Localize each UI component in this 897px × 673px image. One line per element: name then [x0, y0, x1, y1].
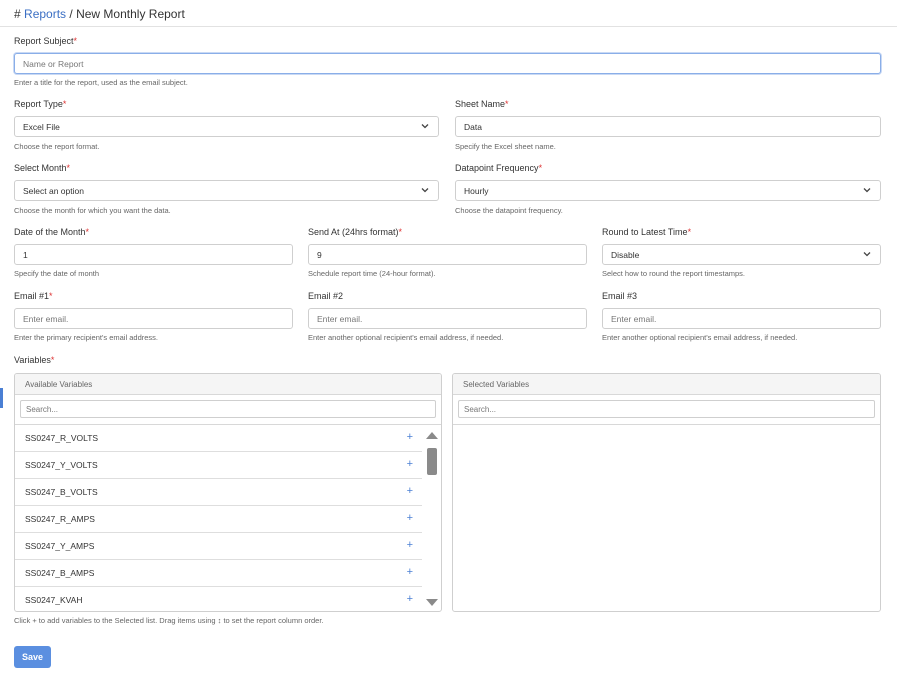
list-item[interactable]: SS0247_R_VOLTS + — [15, 425, 422, 452]
select-month-help: Choose the month for which you want the … — [14, 206, 171, 215]
variable-name: SS0247_Y_VOLTS — [25, 460, 98, 470]
available-search-input[interactable]: Search... — [20, 400, 436, 418]
report-subject-label: Report Subject* — [14, 36, 78, 46]
plus-icon[interactable]: + — [407, 540, 413, 551]
email3-label: Email #3 — [602, 291, 638, 301]
list-item[interactable]: SS0247_B_VOLTS + — [15, 479, 422, 506]
available-search-wrap: Search... — [15, 395, 441, 425]
select-month-select[interactable]: Select an option — [14, 180, 439, 201]
triangle-down-icon[interactable] — [426, 599, 438, 606]
selected-variables-panel: Selected Variables Search... — [452, 373, 881, 612]
report-subject-input[interactable]: Name or Report — [14, 53, 881, 74]
select-month-value: Select an option — [23, 185, 84, 196]
variable-name: SS0247_B_AMPS — [25, 568, 95, 578]
sheet-name-input[interactable]: Data — [455, 116, 881, 137]
round-latest-select[interactable]: Disable — [602, 244, 881, 265]
variable-name: SS0247_R_AMPS — [25, 514, 95, 524]
report-type-help: Choose the report format. — [14, 142, 100, 151]
chevron-down-icon — [863, 252, 871, 257]
breadcrumb: # Reports / New Monthly Report — [14, 7, 185, 21]
plus-icon[interactable]: + — [407, 567, 413, 578]
email2-label: Email #2 — [308, 291, 344, 301]
variable-name: SS0247_B_VOLTS — [25, 487, 98, 497]
plus-icon[interactable]: + — [407, 594, 413, 605]
variables-help: Click + to add variables to the Selected… — [14, 616, 324, 625]
selected-variables-title: Selected Variables — [453, 374, 880, 395]
report-type-value: Excel File — [23, 121, 60, 132]
email1-input[interactable]: Enter email. — [14, 308, 293, 329]
available-variables-list: SS0247_R_VOLTS + SS0247_Y_VOLTS + SS0247_B_V… — [15, 425, 441, 611]
chevron-down-icon — [421, 188, 429, 193]
datapoint-frequency-label: Datapoint Frequency* — [455, 163, 543, 173]
datapoint-frequency-value: Hourly — [464, 185, 489, 196]
available-variables-panel: Available Variables Search... SS0247_R_V… — [14, 373, 442, 612]
datapoint-frequency-help: Choose the datapoint frequency. — [455, 206, 563, 215]
side-panel-tab[interactable] — [0, 388, 3, 408]
plus-icon[interactable]: + — [407, 486, 413, 497]
email2-help: Enter another optional recipient's email… — [308, 333, 504, 342]
report-subject-help: Enter a title for the report, used as th… — [14, 78, 188, 87]
list-item[interactable]: SS0247_R_AMPS + — [15, 506, 422, 533]
round-latest-label: Round to Latest Time* — [602, 227, 692, 237]
date-of-month-value: 1 — [23, 249, 28, 260]
selected-search-wrap: Search... — [453, 395, 880, 425]
breadcrumb-hash: # — [14, 7, 21, 21]
email1-help: Enter the primary recipient's email addr… — [14, 333, 158, 342]
available-variables-scrollbar[interactable] — [424, 429, 440, 611]
round-latest-help: Select how to round the report timestamp… — [602, 269, 745, 278]
email2-placeholder: Enter email. — [317, 313, 363, 324]
report-subject-placeholder: Name or Report — [23, 58, 84, 69]
datapoint-frequency-select[interactable]: Hourly — [455, 180, 881, 201]
select-month-label: Select Month* — [14, 163, 71, 173]
email2-input[interactable]: Enter email. — [308, 308, 587, 329]
plus-icon[interactable]: + — [407, 459, 413, 470]
sheet-name-value: Data — [464, 121, 482, 132]
send-at-input[interactable]: 9 — [308, 244, 587, 265]
round-latest-value: Disable — [611, 249, 640, 260]
plus-icon[interactable]: + — [407, 513, 413, 524]
scrollbar-thumb[interactable] — [427, 448, 437, 475]
breadcrumb-separator: / — [69, 7, 73, 21]
variables-label: Variables* — [14, 355, 55, 365]
variable-name: SS0247_R_VOLTS — [25, 433, 99, 443]
chevron-down-icon — [863, 188, 871, 193]
date-of-month-help: Specify the date of month — [14, 269, 100, 278]
selected-search-input[interactable]: Search... — [458, 400, 875, 418]
header-divider — [0, 26, 897, 27]
sheet-name-help: Specify the Excel sheet name. — [455, 142, 556, 151]
report-type-select[interactable]: Excel File — [14, 116, 439, 137]
list-item[interactable]: SS0247_KVAH + — [15, 587, 422, 611]
variable-name: SS0247_Y_AMPS — [25, 541, 95, 551]
chevron-down-icon — [421, 124, 429, 129]
triangle-up-icon[interactable] — [426, 432, 438, 439]
list-item[interactable]: SS0247_Y_AMPS + — [15, 533, 422, 560]
list-item[interactable]: SS0247_B_AMPS + — [15, 560, 422, 587]
save-button[interactable]: Save — [14, 646, 51, 668]
send-at-label: Send At (24hrs format)* — [308, 227, 403, 237]
variable-name: SS0247_KVAH — [25, 595, 83, 605]
email3-input[interactable]: Enter email. — [602, 308, 881, 329]
email3-placeholder: Enter email. — [611, 313, 657, 324]
available-search-placeholder: Search... — [26, 404, 59, 414]
email1-label: Email #1* — [14, 291, 53, 301]
send-at-value: 9 — [317, 249, 322, 260]
breadcrumb-link-reports[interactable]: Reports — [24, 7, 66, 21]
report-type-label: Report Type* — [14, 99, 67, 109]
available-variables-title: Available Variables — [15, 374, 441, 395]
breadcrumb-current: New Monthly Report — [76, 7, 185, 21]
selected-search-placeholder: Search... — [464, 404, 497, 414]
sheet-name-label: Sheet Name* — [455, 99, 509, 109]
email3-help: Enter another optional recipient's email… — [602, 333, 798, 342]
send-at-help: Schedule report time (24-hour format). — [308, 269, 436, 278]
list-item[interactable]: SS0247_Y_VOLTS + — [15, 452, 422, 479]
email1-placeholder: Enter email. — [23, 313, 69, 324]
date-of-month-label: Date of the Month* — [14, 227, 90, 237]
date-of-month-input[interactable]: 1 — [14, 244, 293, 265]
plus-icon[interactable]: + — [407, 432, 413, 443]
